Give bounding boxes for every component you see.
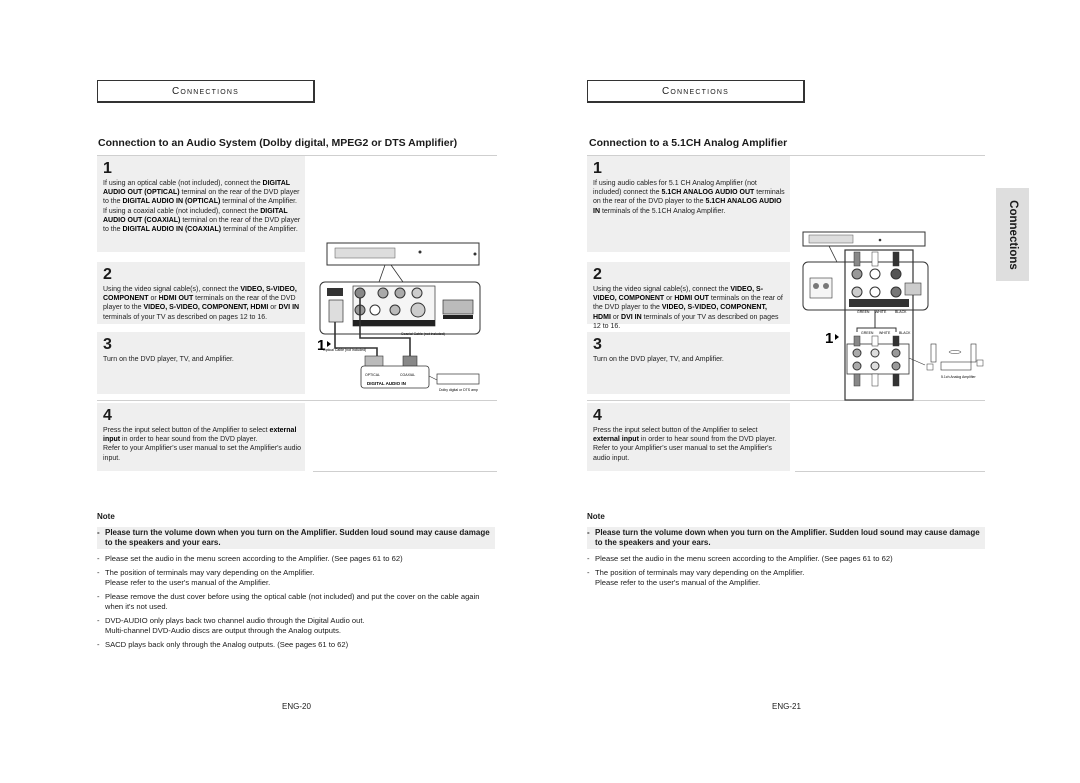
page-number: ENG-21 xyxy=(772,702,801,711)
optical-terminal xyxy=(328,299,344,323)
note-text: Please set the audio in the menu screen … xyxy=(105,554,403,563)
step-number: 1 xyxy=(103,160,112,177)
green-label: GREEN xyxy=(857,310,870,314)
note-item: - DVD-AUDIO only plays back two channel a… xyxy=(97,616,495,636)
chapter-header: Connections xyxy=(97,80,315,103)
note-text: Please remove the dust cover before usin… xyxy=(105,592,480,611)
step-marker: 1 xyxy=(825,330,833,347)
analog-51ch-connection-diagram: GREEN WHITE BLACK 1 GREEN WHITE BLACK 5.… xyxy=(802,231,984,401)
amplifier-speakers-icon xyxy=(926,343,984,371)
note-text: SACD plays back only through the Analog … xyxy=(105,640,349,649)
side-tab-label: Connections xyxy=(1006,199,1019,270)
green-label: GREEN xyxy=(861,331,874,335)
section-title: Connection to a 5.1CH Analog Amplifier xyxy=(589,137,788,149)
bullet-dash: - xyxy=(97,640,100,649)
step-text: Turn on the DVD player, TV, and Amplifie… xyxy=(103,356,234,363)
note-item: - The position of terminals may vary depe… xyxy=(587,568,985,588)
dvd-player-rear xyxy=(802,231,926,247)
note-list: - Please turn the volume down when you tu… xyxy=(587,527,985,592)
note-text: DVD-AUDIO only plays back two channel au… xyxy=(105,616,365,635)
bullet-dash: - xyxy=(97,528,100,537)
step-1: 1 If using an optical cable (not include… xyxy=(97,156,305,252)
note-item: - Please set the audio in the menu screen… xyxy=(587,554,985,564)
black-label: BLACK xyxy=(899,331,911,335)
note-item: - The position of terminals may vary depe… xyxy=(97,568,495,588)
step-number: 2 xyxy=(593,266,602,283)
bullet-dash: - xyxy=(97,616,100,625)
bullet-dash: - xyxy=(97,592,100,601)
bullet-dash: - xyxy=(97,554,100,563)
step-number: 4 xyxy=(103,407,112,424)
step-text: Using the video signal cable(s), connect… xyxy=(103,286,300,321)
white-label: WHITE xyxy=(875,310,887,314)
step-2: 2 Using the video signal cable(s), conne… xyxy=(587,262,790,330)
step-4: 4 Press the input select button of the A… xyxy=(587,403,790,471)
step-text: Using the video signal cable(s), connect… xyxy=(593,286,783,330)
divider xyxy=(795,471,985,472)
note-item: - SACD plays back only through the Analog… xyxy=(97,640,495,650)
dvd-player-rear xyxy=(326,242,480,266)
step-number: 3 xyxy=(593,336,602,353)
note-text: Please turn the volume down when you tur… xyxy=(595,528,980,547)
step-4: 4 Press the input select button of the A… xyxy=(97,403,305,471)
bullet-dash: - xyxy=(587,568,590,577)
amplifier-label: Dolby digital or DTS amp xyxy=(439,388,478,392)
note-item: - Please remove the dust cover before usi… xyxy=(97,592,495,612)
black-label: BLACK xyxy=(895,310,907,314)
amplifier-icon xyxy=(436,373,480,385)
optical-label: OPTICAL xyxy=(365,373,380,377)
coaxial-label: COAXIAL xyxy=(400,373,415,377)
step-number: 1 xyxy=(593,160,602,177)
divider xyxy=(313,471,497,472)
note-item: - Please turn the volume down when you tu… xyxy=(97,527,495,549)
step-text: If using an optical cable (not included)… xyxy=(103,180,301,234)
optical-cable-label: Optical Cable (not included) xyxy=(323,348,366,352)
step-text: Press the input select button of the Amp… xyxy=(593,427,777,462)
note-item: - Please set the audio in the menu screen… xyxy=(97,554,495,564)
bullet-dash: - xyxy=(97,568,100,577)
chapter-side-tab[interactable]: Connections xyxy=(996,188,1029,281)
hdmi-out-terminal xyxy=(442,299,474,315)
note-title: Note xyxy=(97,512,115,521)
step-number: 4 xyxy=(593,407,602,424)
bullet-dash: - xyxy=(587,528,590,537)
note-list: - Please turn the volume down when you tu… xyxy=(97,527,495,654)
note-text: Please set the audio in the menu screen … xyxy=(595,554,893,563)
section-title: Connection to an Audio System (Dolby dig… xyxy=(98,137,458,149)
amplifier-label: 5.1ch Analog Amplifier xyxy=(941,375,976,379)
step-3: 3 Turn on the DVD player, TV, and Amplif… xyxy=(587,332,790,394)
step-text: Press the input select button of the Amp… xyxy=(103,427,301,462)
step-number: 3 xyxy=(103,336,112,353)
note-text: Please turn the volume down when you tur… xyxy=(105,528,490,547)
step-1: 1 If using audio cables for 5.1 CH Analo… xyxy=(587,156,790,252)
step-text: Turn on the DVD player, TV, and Amplifie… xyxy=(593,356,724,363)
note-title: Note xyxy=(587,512,605,521)
step-number: 2 xyxy=(103,266,112,283)
bullet-dash: - xyxy=(587,554,590,563)
chapter-header: Connections xyxy=(587,80,805,103)
note-item: - Please turn the volume down when you tu… xyxy=(587,527,985,549)
coaxial-cable-label: Coaxial Cable (not included) xyxy=(401,332,445,336)
note-text: The position of terminals may vary depen… xyxy=(595,568,805,587)
white-label: WHITE xyxy=(879,331,891,335)
step-3: 3 Turn on the DVD player, TV, and Amplif… xyxy=(97,332,305,394)
page-number: ENG-20 xyxy=(282,702,311,711)
digital-audio-connection-diagram: 1 Optical Cable (not included) Coaxial C… xyxy=(317,242,481,392)
note-text: The position of terminals may vary depen… xyxy=(105,568,315,587)
step-text: If using audio cables for 5.1 CH Analog … xyxy=(593,180,785,215)
digital-audio-in-label: DIGITAL AUDIO IN xyxy=(367,381,406,386)
step-2: 2 Using the video signal cable(s), conne… xyxy=(97,262,305,324)
digital-audio-out-label xyxy=(327,288,343,296)
